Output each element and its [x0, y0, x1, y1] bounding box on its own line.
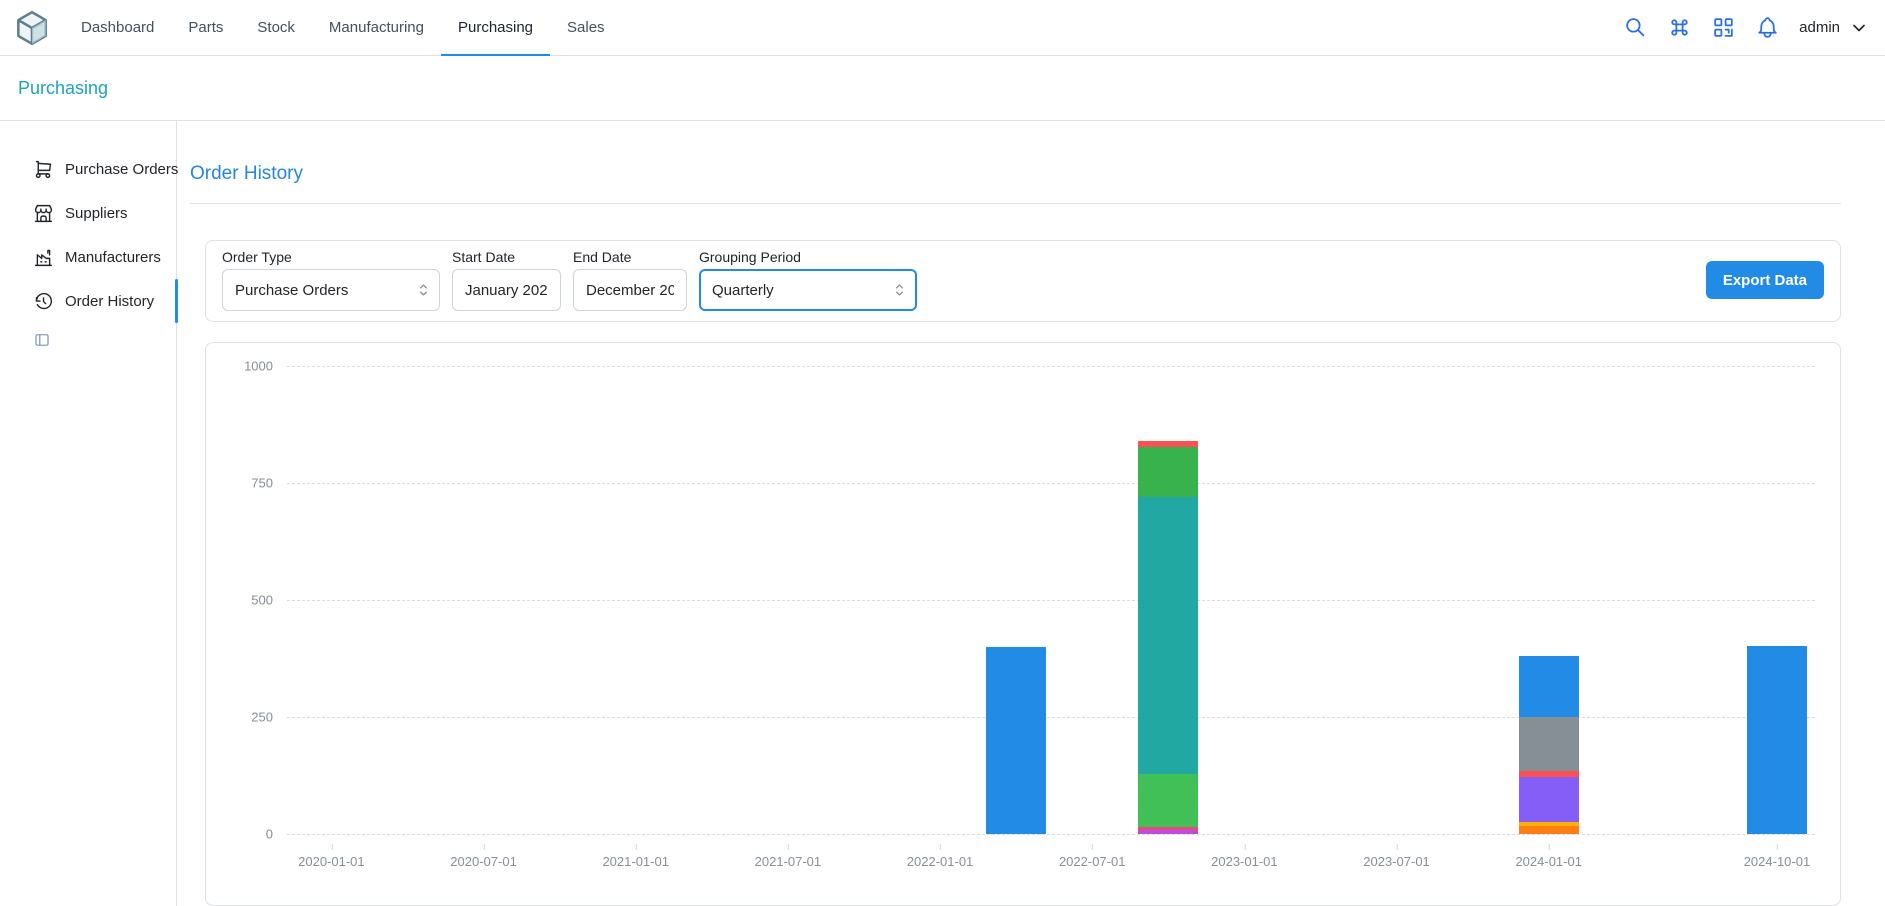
chart-gridline: [287, 834, 1815, 835]
end-date-input[interactable]: [573, 269, 687, 311]
chart-y-labels: 02505007501000: [206, 366, 279, 834]
x-axis-tick-label: 2024-01-01: [1515, 854, 1582, 869]
username-label: admin: [1799, 19, 1840, 36]
inventree-logo[interactable]: [14, 0, 50, 55]
chart-bar[interactable]: [1519, 656, 1579, 834]
y-axis-tick-label: 0: [266, 827, 273, 842]
selector-icon: [415, 282, 432, 299]
logo-cube-icon: [14, 10, 50, 46]
x-axis-tick-label: 2023-07-01: [1363, 854, 1430, 869]
building-store-icon: [33, 203, 54, 224]
chart-bar-segment: [1138, 774, 1198, 826]
breadcrumb-bar: Purchasing: [0, 56, 1885, 121]
tab-purchasing[interactable]: Purchasing: [441, 0, 550, 55]
x-axis-tick-label: 2021-07-01: [755, 854, 822, 869]
title-divider: [190, 203, 1841, 204]
chart-gridline: [287, 366, 1815, 367]
main-tabs: Dashboard Parts Stock Manufacturing Purc…: [64, 0, 622, 55]
end-date-label: End Date: [573, 249, 687, 265]
x-axis-tick-label: 2022-01-01: [907, 854, 974, 869]
x-axis-tick-label: 2020-07-01: [450, 854, 517, 869]
search-icon[interactable]: [1623, 15, 1648, 40]
sidebar-item-manufacturers[interactable]: Manufacturers: [0, 235, 176, 279]
x-axis-tick-label: 2022-07-01: [1059, 854, 1126, 869]
x-axis-tick-label: 2023-01-01: [1211, 854, 1278, 869]
order-type-select[interactable]: Purchase Orders: [222, 269, 440, 311]
chart-bar[interactable]: [1747, 646, 1807, 834]
chart-bar-segment: [1138, 497, 1198, 774]
grouping-period-field: Grouping Period Quarterly: [699, 249, 917, 311]
sidebar: Purchase Orders Suppliers Manufacturers …: [0, 121, 177, 906]
sidebar-active-indicator: [175, 279, 178, 323]
tab-sales[interactable]: Sales: [550, 0, 622, 55]
chart-bar-segment: [986, 647, 1046, 834]
y-axis-tick-label: 250: [251, 710, 273, 725]
x-axis-tick-label: 2020-01-01: [298, 854, 365, 869]
selector-icon: [891, 282, 908, 299]
order-type-label: Order Type: [222, 249, 440, 265]
sidebar-item-purchase-orders[interactable]: Purchase Orders: [0, 147, 176, 191]
main-panel: Order History Order Type Purchase Orders…: [177, 121, 1885, 906]
navbar-actions: admin: [1623, 0, 1869, 55]
notifications-bell-icon[interactable]: [1755, 15, 1780, 40]
qr-scan-icon[interactable]: [1711, 15, 1736, 40]
page-title: Order History: [190, 163, 1841, 185]
page-layout: Purchase Orders Suppliers Manufacturers …: [0, 121, 1885, 906]
chart-gridline: [287, 600, 1815, 601]
start-date-field: Start Date: [452, 249, 561, 311]
order-type-field: Order Type Purchase Orders: [222, 249, 440, 311]
y-axis-tick-label: 750: [251, 476, 273, 491]
chart-bar-segment: [1519, 777, 1579, 821]
chart-gridline: [287, 717, 1815, 718]
sidebar-item-label: Purchase Orders: [65, 161, 178, 178]
start-date-label: Start Date: [452, 249, 561, 265]
chart-bar-segment: [1138, 830, 1198, 834]
chart-bar-segment: [1519, 656, 1579, 717]
tab-parts[interactable]: Parts: [171, 0, 240, 55]
sidebar-item-order-history[interactable]: Order History: [0, 279, 176, 323]
chart-x-labels: 2020-01-01 2020-07-01 2021-01-01 2021-07-01…: [287, 840, 1815, 874]
sidebar-item-label: Manufacturers: [65, 249, 161, 266]
chevron-down-icon: [1849, 18, 1869, 38]
filter-card: Order Type Purchase Orders Start Date En…: [205, 240, 1841, 322]
x-axis-tick-label: 2021-01-01: [602, 854, 669, 869]
chart-gridline: [287, 483, 1815, 484]
tab-manufacturing[interactable]: Manufacturing: [312, 0, 441, 55]
chart-bar-segment: [1519, 826, 1579, 834]
building-factory-icon: [33, 247, 54, 268]
grouping-period-value: Quarterly: [712, 282, 774, 299]
tab-dashboard[interactable]: Dashboard: [64, 0, 171, 55]
chart-card: 0 250 500 750 1000 2020-01-01 2020-07-01 2021-…: [205, 342, 1841, 906]
command-palette-icon[interactable]: [1667, 15, 1692, 40]
sidebar-item-label: Order History: [65, 293, 154, 310]
sidebar-collapse-icon[interactable]: [33, 331, 51, 349]
shopping-cart-icon: [33, 159, 54, 180]
y-axis-tick-label: 1000: [244, 359, 273, 374]
tab-stock[interactable]: Stock: [240, 0, 312, 55]
end-date-field: End Date: [573, 249, 687, 311]
chart-bar-segment: [1747, 646, 1807, 834]
start-date-input[interactable]: [452, 269, 561, 311]
grouping-period-select[interactable]: Quarterly: [699, 269, 917, 311]
grouping-period-label: Grouping Period: [699, 249, 917, 265]
chart-bar-segment: [1138, 447, 1198, 498]
sidebar-item-suppliers[interactable]: Suppliers: [0, 191, 176, 235]
chart-bar[interactable]: [1138, 441, 1198, 834]
chart-plot: [287, 366, 1815, 834]
top-navbar: Dashboard Parts Stock Manufacturing Purc…: [0, 0, 1885, 56]
y-axis-tick-label: 500: [251, 593, 273, 608]
chart-bar-segment: [1519, 717, 1579, 771]
history-icon: [33, 291, 54, 312]
chart-bar[interactable]: [986, 647, 1046, 834]
order-type-value: Purchase Orders: [235, 282, 348, 299]
x-axis-tick-label: 2024-10-01: [1744, 854, 1811, 869]
user-menu[interactable]: admin: [1799, 18, 1869, 38]
breadcrumb[interactable]: Purchasing: [18, 78, 108, 99]
sidebar-item-label: Suppliers: [65, 205, 128, 222]
export-data-button[interactable]: Export Data: [1706, 261, 1824, 299]
